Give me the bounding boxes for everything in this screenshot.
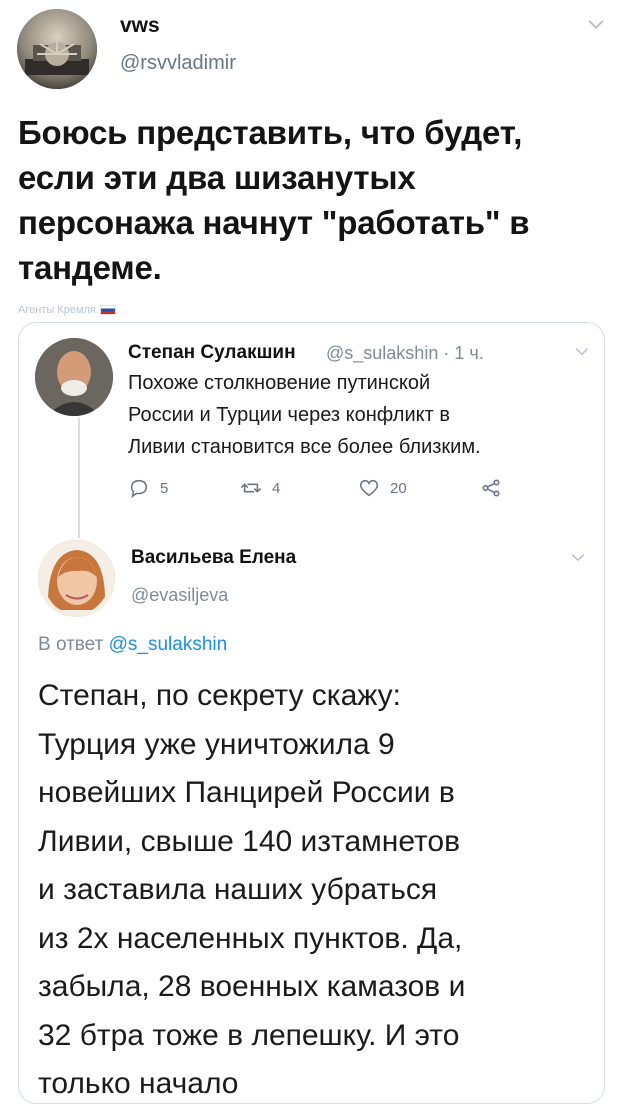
reply-icon: [130, 479, 148, 499]
retweet-count: 4: [272, 479, 281, 497]
chevron-down-icon[interactable]: [585, 14, 607, 36]
chevron-down-icon[interactable]: [573, 343, 591, 361]
avatar[interactable]: [38, 540, 115, 617]
reply-to-link[interactable]: @s_sulakshin: [109, 634, 228, 655]
avatar[interactable]: [35, 338, 113, 416]
quoted-user-name[interactable]: Степан Сулакшин: [128, 342, 296, 364]
chevron-down-icon[interactable]: [569, 549, 587, 567]
reply-user-name[interactable]: Васильева Елена: [131, 547, 296, 569]
share-button[interactable]: [480, 477, 502, 499]
like-button[interactable]: 20: [358, 477, 407, 499]
quoted-tweet-text: Похоже столкновение путинской России и Т…: [128, 372, 481, 458]
outer-avatar[interactable]: [17, 9, 97, 89]
tweet-actions: 5 4 20: [128, 477, 548, 505]
vasilyeva-avatar-image: [38, 540, 115, 617]
sulakshin-avatar-image: [35, 338, 113, 416]
outer-avatar-image: [17, 9, 97, 89]
russian-flag-icon: [99, 305, 116, 315]
watermark-text: Агенты Кремля: [18, 304, 96, 316]
outer-user-name[interactable]: vws: [120, 14, 160, 38]
reply-count: 5: [160, 479, 169, 497]
reply-to-label: В ответ: [38, 634, 104, 655]
like-count: 20: [390, 479, 407, 497]
reply-button[interactable]: 5: [128, 477, 168, 499]
retweet-icon: [241, 483, 261, 493]
outer-user-handle[interactable]: @rsvvladimir: [120, 52, 236, 75]
reply-tweet-text: Степан, по секрету скажу: Турция уже уни…: [38, 679, 466, 1100]
quoted-user-handle-time[interactable]: @s_sulakshin · 1 ч.: [326, 343, 484, 364]
outer-tweet-text: Боюсь представить, что будет, если эти д…: [18, 114, 530, 286]
like-icon: [359, 479, 379, 497]
retweet-button[interactable]: 4: [240, 477, 280, 499]
share-icon: [482, 479, 500, 497]
reply-user-handle[interactable]: @evasiljeva: [131, 585, 228, 606]
thread-line: [78, 418, 80, 538]
watermark: Агенты Кремля: [18, 304, 116, 316]
reply-to-line: В ответ @s_sulakshin: [38, 634, 227, 656]
